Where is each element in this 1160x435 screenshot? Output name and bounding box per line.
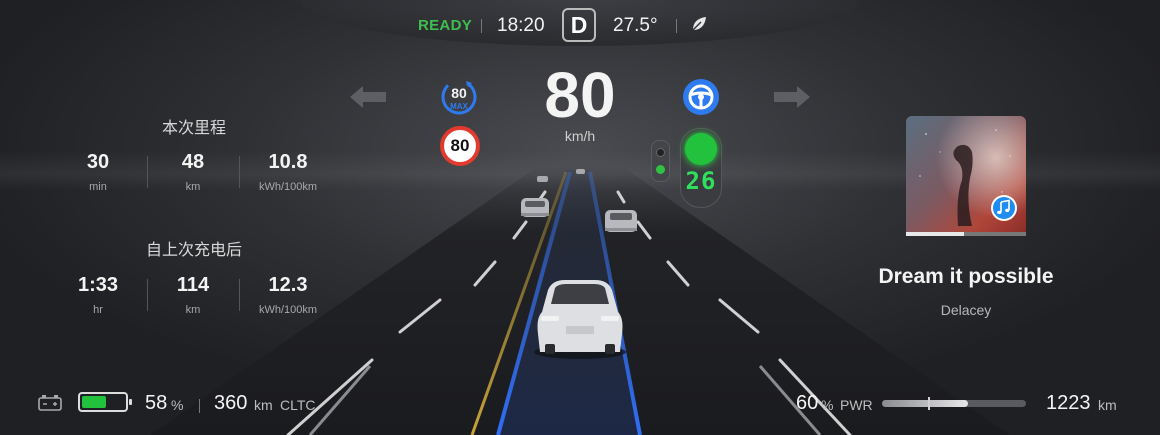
power-meter-tick <box>928 397 930 410</box>
speed-unit: km/h <box>564 128 596 144</box>
range-unit: km <box>254 397 273 413</box>
since-charge-distance-value: 114 <box>176 274 210 296</box>
odometer-value: 1223 <box>1046 392 1091 414</box>
stat-divider <box>147 156 148 188</box>
range-standard: CLTC <box>280 397 316 413</box>
power-percent-value: 60 <box>796 392 819 414</box>
since-charge-duration-value: 1:33 <box>77 274 119 296</box>
trip-consumption-value: 10.8 <box>268 151 308 173</box>
steering-wheel-icon <box>683 79 719 115</box>
speed-limit-sign: 80 <box>440 126 480 166</box>
playback-progress-bar[interactable] <box>906 232 1026 236</box>
car-right <box>605 210 637 232</box>
since-charge-consumption-unit: kWh/100km <box>258 304 318 316</box>
leaf-icon <box>692 17 706 31</box>
traffic-light: 26 <box>680 128 722 208</box>
since-charge-consumption-value: 12.3 <box>268 274 308 296</box>
stat-divider <box>239 156 240 188</box>
range-value: 360 <box>214 392 248 414</box>
playback-progress-fill <box>906 232 964 236</box>
traffic-light-countdown: 26 <box>685 167 717 195</box>
car-left <box>521 198 549 217</box>
trip-duration-unit: min <box>89 181 107 193</box>
instrument-cluster: READY 18:20 D 27.5° 80 km/h 80 MAX 80 26… <box>0 0 1160 435</box>
battery-level-gauge <box>78 392 132 412</box>
battery-pack-icon <box>38 395 62 411</box>
clock: 18:20 <box>497 15 545 36</box>
song-title: Dream it possible <box>878 265 1054 288</box>
power-meter-fill <box>882 400 969 407</box>
cruise-max-speed: 80 MAX <box>440 78 478 116</box>
gear-indicator: D <box>562 8 596 42</box>
turn-signal-left-icon <box>350 86 386 108</box>
car-far-left <box>537 176 548 182</box>
traffic-light-green-lamp <box>685 133 717 165</box>
power-label: PWR <box>840 397 873 413</box>
trip-distance-value: 48 <box>181 151 205 173</box>
battery-percent-value: 58 <box>145 392 168 414</box>
cruise-max-value: 80 <box>451 85 467 101</box>
stat-divider <box>239 279 240 311</box>
trip-consumption-unit: kWh/100km <box>258 181 318 193</box>
stat-divider <box>147 279 148 311</box>
music-note-icon <box>991 195 1017 221</box>
album-art[interactable] <box>906 116 1026 236</box>
ready-indicator: READY <box>418 17 473 34</box>
turn-signal-right-icon <box>774 86 810 108</box>
car-far-right <box>576 169 585 174</box>
status-divider <box>481 19 482 33</box>
cruise-max-label: MAX <box>450 102 468 111</box>
battery-percent-unit: % <box>171 397 184 413</box>
traffic-light-small-icon <box>651 140 670 182</box>
status-divider <box>676 19 677 33</box>
since-charge-title: 自上次充电后 <box>145 242 242 259</box>
power-percent-unit: % <box>821 397 834 413</box>
ego-car <box>534 280 626 359</box>
bottom-divider <box>199 399 200 413</box>
trip-title: 本次里程 <box>161 120 226 137</box>
since-charge-duration-unit: hr <box>93 304 103 316</box>
odometer-unit: km <box>1098 397 1117 413</box>
since-charge-distance-unit: km <box>185 304 201 316</box>
speed-value: 80 <box>544 59 616 131</box>
trip-distance-unit: km <box>185 181 201 193</box>
outside-temperature: 27.5° <box>613 15 658 36</box>
battery-level-fill <box>82 396 107 408</box>
trip-duration-value: 30 <box>86 151 110 173</box>
artist-name: Delacey <box>940 302 992 318</box>
power-meter <box>882 400 1026 407</box>
